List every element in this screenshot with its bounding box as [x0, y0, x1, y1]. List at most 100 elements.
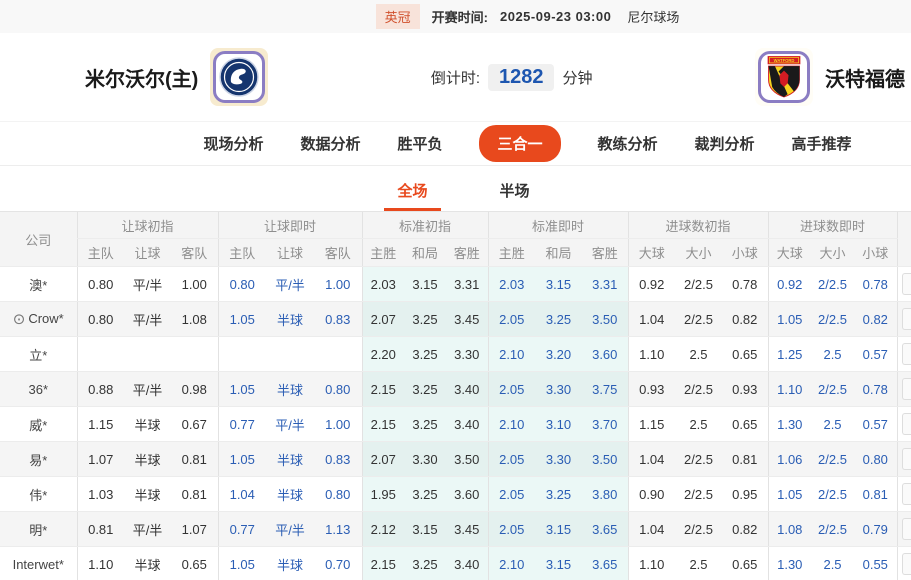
odds-cell: 0.81: [854, 476, 898, 512]
odds-cell: 0.80: [76, 266, 124, 302]
odds-cell: 1.10: [76, 546, 124, 580]
odds-cell: 0.98: [171, 371, 218, 407]
top-bar: 英冠 开赛时间: 2025-09-23 03:00 尼尔球场: [0, 0, 911, 33]
odds-cell: 1.15: [627, 406, 675, 442]
odds-cell: 1.10: [767, 371, 812, 407]
odds-cell: 3.25: [404, 371, 446, 407]
odds-row: 伟* 1.03 半球 0.81 1.04 半球 0.80 1.95 3.25 3.60 2.05 3.…: [0, 476, 911, 512]
odds-cell: 1.00: [314, 266, 362, 302]
odds-cell: 3.31: [582, 266, 628, 302]
odds-cell: [76, 336, 124, 372]
odds-subcolumn-header: 客胜: [582, 238, 628, 267]
odds-cell: 3.65: [582, 546, 628, 580]
odds-cell: 1.30: [767, 406, 812, 442]
cutoff-cell: [896, 476, 911, 512]
company-name-cell[interactable]: Interwet*: [0, 546, 77, 580]
odds-cell: 3.70: [582, 406, 628, 442]
nav-tab[interactable]: 裁判分析: [695, 133, 755, 154]
odds-cell: 2/2.5: [675, 511, 722, 547]
match-header: 米尔沃尔(主) 倒计时: 1282 分钟 WATFORD 沃特福德: [0, 33, 911, 122]
odds-cell: 3.40: [446, 546, 488, 580]
odds-cell: 1.05: [217, 441, 266, 477]
company-name-cell[interactable]: 澳*: [0, 266, 77, 302]
period-tab[interactable]: 半场: [487, 169, 543, 211]
cutoff-button-edge: [902, 553, 911, 575]
nav-tab[interactable]: 现场分析: [203, 133, 263, 154]
nav-bar: 现场分析 数据分析 胜平负 三合一 教练分析 裁判分析 高手推荐: [0, 122, 911, 166]
odds-cell: 2/2.5: [811, 371, 855, 407]
odds-cell: 3.60: [446, 476, 488, 512]
odds-cell: 半球: [266, 546, 314, 580]
cutoff-cell: [896, 371, 911, 407]
odds-cell: 半球: [266, 371, 314, 407]
odds-cell: 半球: [124, 476, 171, 512]
company-name-cell[interactable]: 伟*: [0, 476, 77, 512]
cutoff-button-edge: [902, 518, 911, 540]
odds-cell: 1.04: [627, 511, 675, 547]
odds-cell: 2.05: [487, 476, 535, 512]
odds-cell: 2.5: [811, 546, 855, 580]
odds-cell: 0.83: [314, 301, 362, 337]
odds-cell: 1.10: [627, 336, 675, 372]
odds-cell: 3.15: [535, 546, 582, 580]
company-name-cell[interactable]: 明*: [0, 511, 77, 547]
odds-cell: 3.40: [446, 371, 488, 407]
odds-cell: [266, 336, 314, 372]
period-tabs: 全场 半场: [384, 169, 542, 211]
nav-tab[interactable]: 教练分析: [598, 133, 658, 154]
nav-tab[interactable]: 三合一: [479, 125, 561, 162]
odds-cell: 0.82: [722, 301, 769, 337]
company-column-header: 公司: [0, 211, 77, 267]
odds-cell: 0.79: [854, 511, 898, 547]
odds-cell: 0.81: [171, 441, 218, 477]
odds-cell: 0.77: [217, 406, 266, 442]
odds-cell: 1.13: [314, 511, 362, 547]
odds-cell: 2/2.5: [811, 301, 855, 337]
away-team-name: 沃特福德: [824, 68, 905, 91]
odds-cell: 2.05: [487, 301, 535, 337]
odds-cell: 3.15: [404, 511, 446, 547]
odds-subcolumn-header: 客队: [314, 238, 362, 267]
cutoff-cell: [896, 266, 911, 302]
odds-subcolumn-header: 大球: [767, 238, 812, 267]
odds-cell: 平/半: [266, 511, 314, 547]
company-name-cell[interactable]: 36*: [0, 371, 77, 407]
odds-cell: 0.81: [171, 476, 218, 512]
odds-cell: 0.65: [722, 406, 769, 442]
odds-cell: 0.78: [854, 266, 898, 302]
target-icon: ⊙: [12, 311, 26, 328]
odds-cell: 1.95: [361, 476, 404, 512]
odds-cell: 半球: [124, 546, 171, 580]
odds-row: ⊙ Crow* 0.80 平/半 1.08 1.05 半球 0.83 2.07 3.25 3.45 2…: [0, 301, 911, 337]
odds-cell: 2.10: [487, 406, 535, 442]
svg-text:WATFORD: WATFORD: [774, 58, 795, 63]
odds-cell: 1.30: [767, 546, 812, 580]
company-name-cell[interactable]: 易*: [0, 441, 77, 477]
millwall-crest-icon: [213, 51, 266, 103]
watford-crest-icon: WATFORD: [757, 51, 810, 103]
odds-cell: 0.83: [314, 441, 362, 477]
league-badge: 英冠: [375, 4, 420, 29]
odds-cell: 1.05: [217, 371, 266, 407]
company-name-cell[interactable]: ⊙ Crow*: [0, 301, 77, 337]
company-name-cell[interactable]: 立*: [0, 336, 77, 372]
odds-cell: 0.80: [314, 371, 362, 407]
odds-cell: 0.67: [171, 406, 218, 442]
odds-cell: 3.25: [404, 336, 446, 372]
odds-cell: 平/半: [124, 266, 171, 302]
odds-cell: 0.90: [627, 476, 675, 512]
odds-cell: 1.04: [627, 441, 675, 477]
odds-cell: 半球: [124, 406, 171, 442]
nav-tab[interactable]: 数据分析: [300, 133, 360, 154]
odds-cell: 0.57: [854, 336, 898, 372]
odds-cell: 2.10: [487, 546, 535, 580]
nav-tab[interactable]: 高手推荐: [792, 133, 852, 154]
nav-tab[interactable]: 胜平负: [397, 133, 442, 154]
odds-cell: 1.05: [767, 301, 812, 337]
company-name-cell[interactable]: 威*: [0, 406, 77, 442]
odds-cell: 3.30: [446, 336, 488, 372]
period-tab[interactable]: 全场: [384, 169, 441, 211]
odds-cell: 0.82: [722, 511, 769, 547]
odds-row: 澳* 0.80 平/半 1.00 0.80 平/半 1.00 2.03 3.15 3.31 2.03…: [0, 266, 911, 302]
odds-row: 36* 0.88 平/半 0.98 1.05 半球 0.80 2.15 3.25 3.40 2.05…: [0, 371, 911, 407]
